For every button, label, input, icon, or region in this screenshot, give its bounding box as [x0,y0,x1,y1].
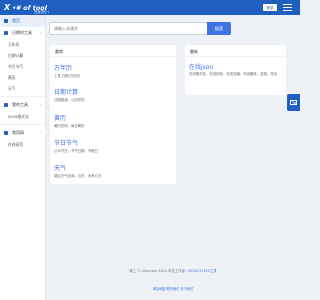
tool-desc: 黄历查询，每日黄历 [54,124,85,128]
mail-icon [290,100,297,105]
sidebar-item-festivals[interactable]: 节日节气 [0,61,45,72]
sidebar-group-label: 常用网 [12,130,24,135]
tool-item-festivals[interactable]: 节日节气 公众节日，节气日期，节假日 [54,138,98,153]
sidebar-item-calendar[interactable]: 万年历 [0,39,45,50]
footer: 微工 © cfoo.com 2024 本站工作量：8420217455工具 网站… [46,268,300,291]
tool-item-date-calc[interactable]: 日期计算 日期相减，公历农历 [54,87,85,102]
logo-mark: X [4,3,11,12]
sidebar-item-web[interactable]: 在线网页 [0,139,45,150]
tool-item-weather[interactable]: 天气 城区天气查询，当天，未来几天 [54,163,101,178]
latest-tools-card: 最新 在线json 在线格式化，在线校验，在线压缩，在线解析，复制，导出 [185,45,286,95]
sidebar-group-date-tools[interactable]: 日期时工具 › [0,27,45,39]
sidebar-divider [0,96,45,97]
tool-desc: 日期相减，公历农历 [54,98,85,102]
home-icon [4,19,8,23]
top-bar: X •¥ of tool 快速导航▾ 登录 [0,0,300,15]
chevron-icon: › [39,131,41,135]
tool-name: 在线json [189,64,214,71]
contact-float-button[interactable] [287,94,300,111]
globe-icon [4,131,8,135]
tool-desc: 公众节日，节气日期，节假日 [54,149,99,153]
chevron-icon: › [39,31,41,35]
sidebar-item-json[interactable]: JSON格式化 [0,111,45,122]
sidebar-group-label: 我的工具 [12,102,28,107]
footer-copyright: 微工 © cfoo.com 2024 本站工作量： [129,269,189,273]
footer-links[interactable]: 网站地图 联系我们 关于我们 [46,286,300,291]
tool-name: 天气 [54,165,67,172]
search-bar: 搜索 [49,22,231,35]
chevron-down-icon: ▾ [47,10,50,14]
search-input[interactable] [49,22,207,35]
chevron-icon: › [39,103,41,107]
card-divider [185,56,286,57]
tool-name: 黄历 [54,115,67,122]
sidebar-group-my-tools[interactable]: 我的工具 › [0,99,45,111]
login-button[interactable]: 登录 [263,4,277,11]
tool-name: 日期计算 [54,89,79,96]
tool-item-almanac[interactable]: 黄历 黄历查询，每日黄历 [54,113,85,128]
tool-item-json[interactable]: 在线json 在线格式化，在线校验，在线压缩，在线解析，复制，导出 [189,62,282,77]
search-button[interactable]: 搜索 [207,22,231,35]
tool-desc: 在线格式化，在线校验，在线压缩，在线解析，复制，导出 [189,72,278,76]
sidebar-item-label: 首页 [12,18,20,23]
tool-icon [4,103,8,107]
tool-name: 万年历 [54,65,73,72]
hamburger-icon[interactable] [283,4,292,11]
card-divider [50,56,176,57]
tool-item-calendar[interactable]: 万年历 工具,日期,万年历 [54,63,80,78]
tool-desc: 工具,日期,万年历 [54,74,80,78]
sidebar: 首页 日期时工具 › 万年历 日期计算 节日节气 黄历 天气 我的工具 › JS… [0,15,46,300]
quick-nav-link[interactable]: 快速导航▾ [34,9,49,14]
sidebar-divider [0,124,45,125]
sidebar-item-date-calc[interactable]: 日期计算 [0,50,45,61]
sidebar-group-label: 日期时工具 [12,30,32,35]
sidebar-item-home[interactable]: 首页 [0,15,45,27]
popular-tools-card: 最常 万年历 工具,日期,万年历 日期计算 日期相减，公历农历 黄历 黄历查询，… [50,45,176,184]
tool-name: 节日节气 [54,140,79,147]
quick-nav-label: 快速导航 [34,10,47,14]
sidebar-group-common-sites[interactable]: 常用网 › [0,127,45,139]
calendar-icon [4,31,8,35]
footer-stats: 8420217455工具 [188,269,217,273]
sidebar-item-weather[interactable]: 天气 [0,83,45,94]
tool-desc: 城区天气查询，当天，未来几天 [54,174,102,178]
sidebar-item-almanac[interactable]: 黄历 [0,72,45,83]
